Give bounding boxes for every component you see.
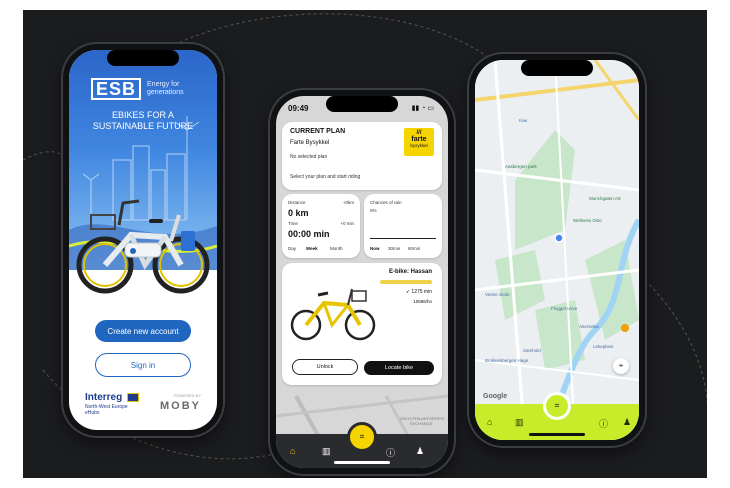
map-label-kiwi[interactable]: Kiwi (519, 118, 527, 123)
bike-range-value: 1275 min (411, 289, 432, 295)
farte-bysykkel-logo: /// farte bysykkel (404, 128, 434, 156)
map-screen: Kiwi Aasbergen park Munchgaten AS Wellne… (475, 60, 639, 440)
map-label-akerselva[interactable]: Akerselva (579, 324, 599, 329)
user-icon[interactable]: ♟ (416, 446, 424, 457)
notch (107, 50, 179, 66)
map-canvas (475, 60, 639, 440)
bottom-nav: ⌗ ⌂ ▥ ⓘ ♟ (475, 392, 639, 440)
bike-id: 10586/hn (413, 299, 432, 304)
headline-line-2: SUSTAINABLE FUTURE (92, 121, 194, 131)
headline: EBIKES FOR A SUSTAINABLE FUTURE (69, 110, 217, 132)
rain-chart-baseline (370, 238, 436, 239)
distance-value: 0 km (288, 208, 309, 218)
map-label-school[interactable]: Vestre skole (485, 292, 510, 297)
rain-card: Chances of rain 0% Now 30min 60min (364, 194, 442, 258)
map-label-wellness[interactable]: Wellness Oslo (573, 218, 602, 223)
interreg-logo: Interreg (85, 392, 140, 403)
headline-line-1: EBIKES FOR A (111, 110, 175, 120)
google-attribution: Google (483, 393, 508, 400)
plan-prompt: Select your plan and start riding (290, 174, 361, 180)
status-icons: ▮▮ ◔ ▭ (411, 105, 434, 112)
status-time: 09:49 (288, 104, 309, 113)
map-label-park[interactable]: Aasbergen park (505, 164, 537, 169)
eu-flag-icon (127, 392, 140, 402)
farte-slashes-icon: /// (416, 130, 422, 136)
map-icon[interactable]: ▥ (515, 417, 524, 428)
map-poi-label: OSLO PHILANTHROPIC EXCHANGE (400, 416, 445, 426)
notch (326, 96, 398, 112)
dashboard-screen: 09:49 ▮▮ ◔ ▭ CURRENT PLAN Farte Bysykkel… (276, 96, 448, 468)
distance-label: Distance (288, 200, 306, 205)
home-indicator (529, 433, 585, 436)
bike-name: E-bike: Hassan (388, 269, 432, 275)
current-plan-card[interactable]: CURRENT PLAN Farte Bysykkel No selected … (282, 122, 442, 190)
unlock-button[interactable]: Unlock (292, 359, 358, 375)
info-icon[interactable]: ⓘ (599, 417, 608, 430)
map-icon[interactable]: ▥ (322, 446, 331, 457)
period-month[interactable]: Month (330, 246, 343, 251)
qr-scan-icon: ⌗ (359, 432, 365, 441)
welcome-screen: ESB Energy for generations EBIKES FOR A … (69, 50, 217, 430)
sign-in-button[interactable]: Sign in (95, 353, 191, 377)
time-delta: +0 min (340, 221, 354, 226)
map-label-market[interactable]: Munchgaten AS (589, 196, 621, 201)
distance-delta: +0km (342, 200, 354, 205)
rain-60min[interactable]: 60min (408, 246, 420, 251)
showcase-stage: ESB Energy for generations EBIKES FOR A … (23, 10, 707, 478)
phone-map: Kiwi Aasbergen park Munchgaten AS Wellne… (469, 54, 645, 446)
phone-welcome: ESB Energy for generations EBIKES FOR A … (63, 44, 223, 436)
map-label-samhold[interactable]: Samhold (523, 348, 541, 353)
interreg-subtitle: North-West Europe eHubs (85, 404, 128, 416)
interreg-project: eHubs (85, 410, 100, 416)
map-poi-line-2: EXCHANGE (410, 421, 433, 426)
period-week[interactable]: Week (306, 246, 318, 251)
rain-30min[interactable]: 30min (388, 246, 400, 251)
bottom-nav: ⌗ ⌂ ▥ ⓘ ♟ (276, 422, 448, 468)
home-icon[interactable]: ⌂ (487, 417, 492, 427)
phone-dashboard: 09:49 ▮▮ ◔ ▭ CURRENT PLAN Farte Bysykkel… (270, 90, 454, 474)
qr-scan-icon: ⌗ (554, 401, 560, 410)
my-location-button[interactable]: ⌖ (613, 358, 629, 374)
ebike-card: E-bike: Hassan ➶ 1275 min 10586/hn Unloc… (282, 263, 442, 385)
home-icon[interactable]: ⌂ (290, 446, 295, 456)
battery-bar (380, 280, 432, 284)
provider-name: Farte Bysykkel (290, 140, 330, 146)
powered-by-label: POWERED BY (173, 393, 201, 398)
info-icon[interactable]: ⓘ (386, 446, 395, 459)
user-icon[interactable]: ♟ (623, 417, 631, 428)
plan-title: CURRENT PLAN (290, 128, 346, 135)
map-label-flogget[interactable]: Flogget torve (551, 306, 577, 311)
esb-logo: ESB Energy for generations (91, 78, 187, 100)
map-label-lekeplass[interactable]: Lekeplass (593, 344, 613, 349)
bysykkel-wordmark: bysykkel (410, 143, 428, 148)
moby-logo: MOBY (160, 400, 201, 412)
ebike-illustration (76, 199, 210, 294)
qr-scan-button[interactable]: ⌗ (543, 392, 571, 420)
distance-card: Distance +0km 0 km Time +0 min 00:00 min… (282, 194, 360, 258)
qr-scan-button[interactable]: ⌗ (347, 422, 377, 452)
notch (521, 60, 593, 76)
create-account-button[interactable]: Create new account (95, 320, 191, 342)
esb-tagline: Energy for generations (147, 81, 184, 96)
esb-wordmark: ESB (91, 78, 142, 100)
interreg-wordmark: Interreg (85, 392, 123, 403)
period-day[interactable]: Day (288, 246, 296, 251)
time-label: Time (288, 221, 298, 226)
time-value: 00:00 min (288, 229, 330, 239)
rain-value: 0% (370, 208, 377, 213)
crosshair-icon: ⌖ (618, 361, 624, 370)
bike-range: ➶ 1275 min (406, 289, 432, 295)
plan-status: No selected plan (290, 154, 328, 160)
rain-label: Chances of rain (370, 200, 402, 205)
map-label-brokk[interactable]: Brokkelsbergen Hage (485, 358, 528, 363)
locate-bike-button[interactable]: Locate bike (364, 361, 434, 375)
city-bike-illustration (290, 288, 376, 341)
home-indicator (334, 461, 390, 464)
rain-now[interactable]: Now (370, 246, 380, 251)
